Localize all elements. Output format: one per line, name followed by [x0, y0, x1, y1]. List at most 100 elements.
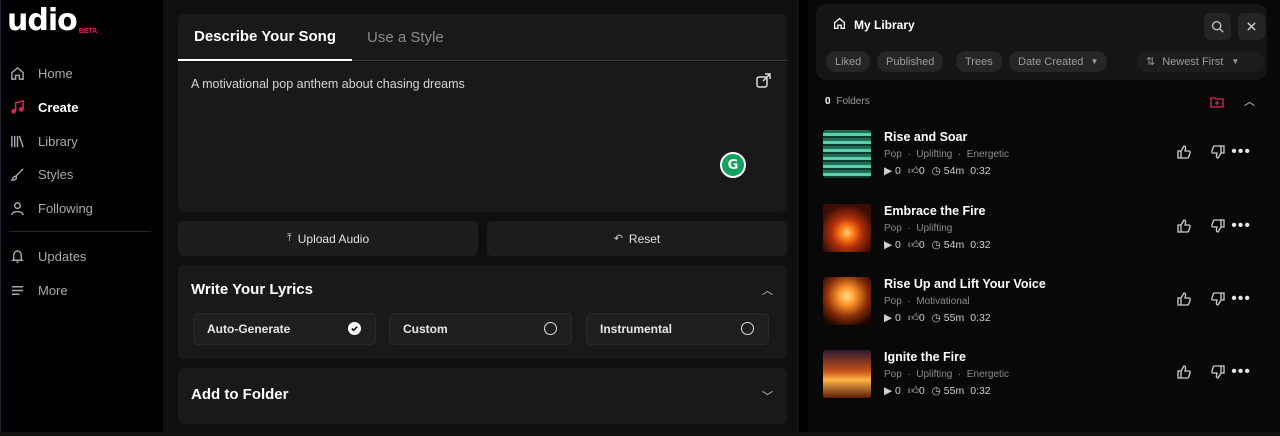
thumbs-up-icon: 👍︎ — [907, 312, 919, 324]
play-icon[interactable]: ▶ — [884, 165, 895, 177]
lyrics-title: Write Your Lyrics — [191, 281, 313, 298]
folders-count-label: Folders — [836, 96, 870, 107]
add-to-folder-section[interactable]: Add to Folder ﹀ — [178, 368, 787, 424]
menu-icon — [9, 282, 25, 298]
like-button[interactable] — [1176, 364, 1194, 382]
tab-use-a-style[interactable]: Use a Style — [367, 14, 444, 61]
chevron-down-icon[interactable]: ﹀ — [762, 388, 773, 404]
add-to-folder-title: Add to Folder — [191, 386, 289, 403]
sidebar-item-updates[interactable]: Updates — [9, 245, 86, 267]
song-title[interactable]: Embrace the Fire — [884, 204, 985, 218]
song-tags: Pop · Uplifting · Energetic — [884, 149, 1010, 160]
filter-trees[interactable]: Trees — [956, 51, 1002, 72]
sidebar-item-create[interactable]: Create — [9, 96, 78, 118]
upload-icon: ⤒ — [286, 232, 292, 244]
sidebar-item-label: Following — [38, 200, 93, 216]
chevron-up-icon[interactable]: ︿ — [762, 282, 773, 298]
panel-divider — [799, 0, 808, 436]
library-title[interactable]: My Library — [833, 17, 915, 33]
expand-icon[interactable] — [755, 71, 773, 89]
play-icon[interactable]: ▶ — [884, 385, 895, 397]
library-song-row[interactable]: Ignite the Fire Pop · Uplifting · Energe… — [823, 350, 1263, 398]
thumbs-down-icon — [1211, 219, 1225, 233]
library-song-row[interactable]: Rise Up and Lift Your Voice Pop · Motiva… — [823, 277, 1263, 325]
udio-logo[interactable]: udio BETA — [7, 4, 97, 40]
option-label: Auto-Generate — [207, 322, 291, 336]
thumbs-up-icon — [1177, 145, 1191, 159]
upload-audio-button[interactable]: ⤒ Upload Audio — [178, 221, 478, 256]
upload-audio-label: Upload Audio — [297, 231, 370, 246]
library-song-row[interactable]: Embrace the Fire Pop · Uplifting ▶ 0 👍︎ 0… — [823, 204, 1263, 252]
radio-empty-icon[interactable] — [741, 322, 754, 335]
prompt-text[interactable]: A motivational pop anthem about chasing … — [191, 77, 465, 91]
filter-date-created[interactable]: Date Created ▼ — [1009, 51, 1108, 72]
tab-describe-your-song[interactable]: Describe Your Song — [178, 14, 352, 61]
like-count: 0 — [918, 311, 925, 324]
thumbs-down-icon — [1211, 365, 1225, 379]
more-options-icon[interactable]: ••• — [1231, 363, 1251, 381]
search-icon — [1211, 20, 1224, 33]
prompt-tabs: Describe Your Song Use a Style — [178, 14, 787, 61]
filter-liked[interactable]: Liked — [826, 51, 871, 72]
clock-icon: ◷ — [931, 384, 944, 397]
play-icon[interactable]: ▶ — [884, 239, 895, 251]
library-song-row[interactable]: Rise and Soar Pop · Uplifting · Energeti… — [823, 130, 1263, 178]
thumbs-up-icon — [1177, 219, 1191, 233]
chevron-down-icon: ▼ — [1090, 57, 1099, 66]
beta-badge: BETA — [78, 28, 98, 35]
sidebar-item-library[interactable]: Library — [9, 130, 78, 152]
like-button[interactable] — [1176, 291, 1194, 309]
song-tags: Pop · Uplifting — [884, 223, 953, 234]
prompt-textarea[interactable]: A motivational pop anthem about chasing … — [178, 62, 787, 212]
sort-dropdown[interactable]: ⇅ Newest First ▼ — [1137, 51, 1264, 72]
chevron-up-icon[interactable]: ︿ — [1244, 93, 1255, 109]
lyrics-option-custom[interactable]: Custom — [389, 313, 572, 345]
bottom-border — [0, 432, 1280, 436]
sidebar-item-home[interactable]: Home — [9, 62, 73, 84]
home-icon — [9, 65, 25, 81]
song-stats: ▶ 0 👍︎ 0 ◷ 54m 0:32 — [884, 238, 991, 252]
dislike-button[interactable] — [1210, 218, 1228, 236]
library-panel: My Library Liked Published Trees Date Cr… — [808, 0, 1280, 436]
song-title[interactable]: Rise and Soar — [884, 130, 967, 144]
song-title[interactable]: Rise Up and Lift Your Voice — [884, 277, 1046, 291]
lyrics-section: Write Your Lyrics ︿ Auto-Generate Custom… — [178, 265, 787, 359]
lyrics-option-instrumental[interactable]: Instrumental — [586, 313, 769, 345]
more-options-icon[interactable]: ••• — [1231, 290, 1251, 308]
filter-published[interactable]: Published — [877, 51, 944, 72]
lyrics-option-auto-generate[interactable]: Auto-Generate — [193, 313, 376, 345]
sidebar-item-more[interactable]: More — [9, 279, 68, 301]
close-icon — [1247, 22, 1256, 31]
radio-empty-icon[interactable] — [544, 322, 557, 335]
undo-icon: ↶ — [613, 233, 623, 245]
new-folder-icon[interactable] — [1210, 95, 1224, 113]
play-count: 0 — [895, 238, 901, 251]
create-panel: Describe Your Song Use a Style A motivat… — [163, 0, 799, 436]
more-options-icon[interactable]: ••• — [1231, 143, 1251, 161]
sidebar-item-following[interactable]: Following — [9, 197, 93, 219]
app-window: udio BETA Home Create Library Styles Fol… — [0, 0, 1280, 436]
more-options-icon[interactable]: ••• — [1231, 217, 1251, 235]
play-icon[interactable]: ▶ — [884, 312, 895, 324]
user-icon — [9, 200, 25, 216]
song-title[interactable]: Ignite the Fire — [884, 350, 966, 364]
like-button[interactable] — [1176, 218, 1194, 236]
play-count: 0 — [895, 384, 901, 397]
song-tags: Pop · Motivational — [884, 296, 970, 307]
dislike-button[interactable] — [1210, 144, 1228, 162]
like-button[interactable] — [1176, 144, 1194, 162]
radio-checked-icon[interactable] — [348, 322, 361, 335]
logo-wordmark: udio — [7, 3, 78, 38]
search-button[interactable] — [1204, 13, 1231, 40]
option-label: Instrumental — [600, 322, 673, 336]
song-duration: 0:32 — [970, 164, 991, 177]
reset-button[interactable]: ↶ Reset — [487, 221, 787, 256]
song-cover-image — [823, 204, 871, 252]
song-duration: 0:32 — [970, 384, 991, 397]
play-count: 0 — [895, 311, 901, 324]
sidebar-item-styles[interactable]: Styles — [9, 163, 73, 185]
dislike-button[interactable] — [1210, 364, 1228, 382]
dislike-button[interactable] — [1210, 291, 1228, 309]
close-button[interactable] — [1238, 13, 1265, 40]
grammarly-icon[interactable]: G — [720, 152, 746, 178]
